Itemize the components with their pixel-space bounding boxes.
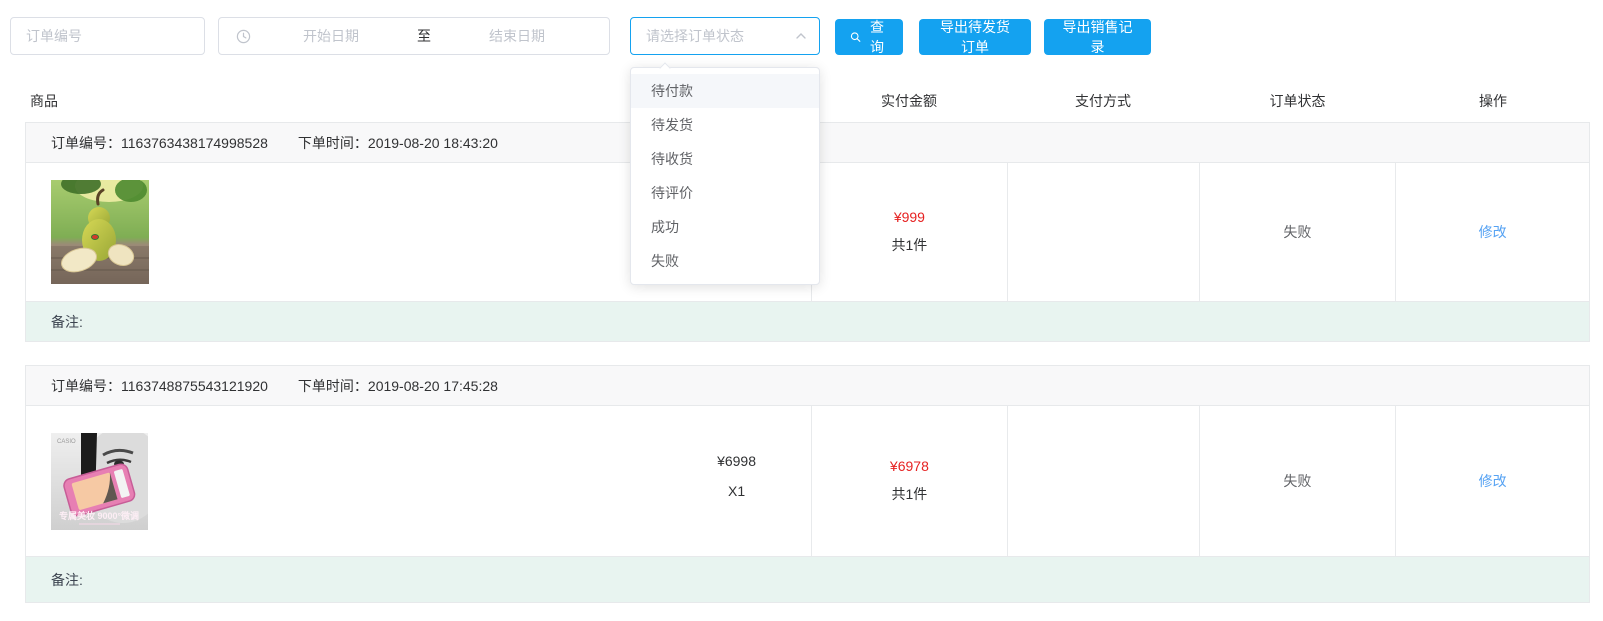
chevron-up-icon — [795, 30, 807, 42]
status-option-pending-review[interactable]: 待评价 — [631, 176, 819, 210]
paid-count: 共1件 — [891, 484, 927, 504]
payment-method-cell — [1007, 406, 1199, 556]
order-number-input[interactable] — [10, 17, 205, 55]
payment-method-cell — [1007, 163, 1199, 301]
export-pending-orders-label: 导出待发货订单 — [934, 17, 1016, 57]
header-action: 操作 — [1396, 91, 1590, 111]
order-time: 下单时间：2019-08-20 18:43:20 — [298, 133, 498, 153]
order-status-select-placeholder: 请选择订单状态 — [646, 26, 795, 46]
order-status-cell: 失败 — [1199, 163, 1396, 301]
order-header: 订单编号：1163748875543121920 下单时间：2019-08-20… — [26, 366, 1589, 406]
product-cell: CASIO 专属美妆 9000°微调 ¥6998 X1 — [26, 406, 811, 556]
export-pending-orders-button[interactable]: 导出待发货订单 — [919, 19, 1031, 55]
start-date-field[interactable]: 开始日期 — [251, 26, 411, 46]
note-label: 备注: — [51, 570, 83, 590]
product-caption-text: 专属美妆 9000°微调 — [59, 510, 139, 521]
product-image-camera: CASIO 专属美妆 9000°微调 — [51, 433, 148, 530]
header-paid-amount: 实付金额 — [811, 91, 1007, 111]
paid-count: 共1件 — [891, 235, 927, 255]
order-row: CASIO 专属美妆 9000°微调 ¥6998 X1 — [26, 406, 1589, 556]
status-option-pending-shipment[interactable]: 待发货 — [631, 108, 819, 142]
modify-link[interactable]: 修改 — [1479, 222, 1507, 242]
action-cell: 修改 — [1395, 163, 1589, 301]
paid-amount: ¥999 — [894, 209, 925, 225]
header-order-status: 订单状态 — [1199, 91, 1396, 111]
order-time: 下单时间：2019-08-20 17:45:28 — [298, 376, 498, 396]
search-button-label: 查询 — [866, 17, 888, 57]
order-number: 订单编号：1163748875543121920 — [51, 376, 268, 396]
order-management-page: 开始日期 至 结束日期 请选择订单状态 查询 导出待发货订单 导出销售记录 商品 — [0, 0, 1603, 621]
date-separator: 至 — [411, 26, 437, 46]
order-note-row: 备注: — [26, 556, 1589, 602]
status-option-failed[interactable]: 失败 — [631, 244, 819, 278]
unit-price-block: ¥6998 X1 — [717, 446, 756, 506]
search-icon — [850, 30, 861, 44]
status-option-pending-receipt[interactable]: 待收货 — [631, 142, 819, 176]
product-brand-text: CASIO — [57, 439, 76, 445]
date-range-picker[interactable]: 开始日期 至 结束日期 — [218, 17, 610, 55]
order-status-select[interactable]: 请选择订单状态 — [630, 17, 820, 55]
export-sales-records-button[interactable]: 导出销售记录 — [1044, 19, 1151, 55]
order-status-dropdown-panel: 待付款 待发货 待收货 待评价 成功 失败 — [630, 67, 820, 285]
order-status: 失败 — [1283, 222, 1311, 242]
status-option-success[interactable]: 成功 — [631, 210, 819, 244]
paid-amount: ¥6978 — [890, 458, 929, 474]
status-option-pending-payment[interactable]: 待付款 — [631, 74, 819, 108]
header-payment-method: 支付方式 — [1007, 91, 1199, 111]
order-note-row: 备注: — [26, 301, 1589, 341]
unit-qty: X1 — [717, 476, 756, 506]
order-number: 订单编号：1163763438174998528 — [51, 133, 268, 153]
order-status-cell: 失败 — [1199, 406, 1396, 556]
action-cell: 修改 — [1395, 406, 1589, 556]
search-button[interactable]: 查询 — [835, 19, 903, 55]
order-block: 订单编号：1163748875543121920 下单时间：2019-08-20… — [25, 365, 1590, 603]
note-label: 备注: — [51, 312, 83, 332]
unit-price: ¥6998 — [717, 446, 756, 476]
order-status: 失败 — [1283, 471, 1311, 491]
export-sales-records-label: 导出销售记录 — [1059, 17, 1136, 57]
paid-amount-cell: ¥6978 共1件 — [811, 406, 1007, 556]
paid-amount-cell: ¥999 共1件 — [811, 163, 1007, 301]
clock-icon — [236, 29, 251, 44]
modify-link[interactable]: 修改 — [1479, 471, 1507, 491]
end-date-field[interactable]: 结束日期 — [437, 26, 597, 46]
product-image-pear — [51, 180, 149, 284]
